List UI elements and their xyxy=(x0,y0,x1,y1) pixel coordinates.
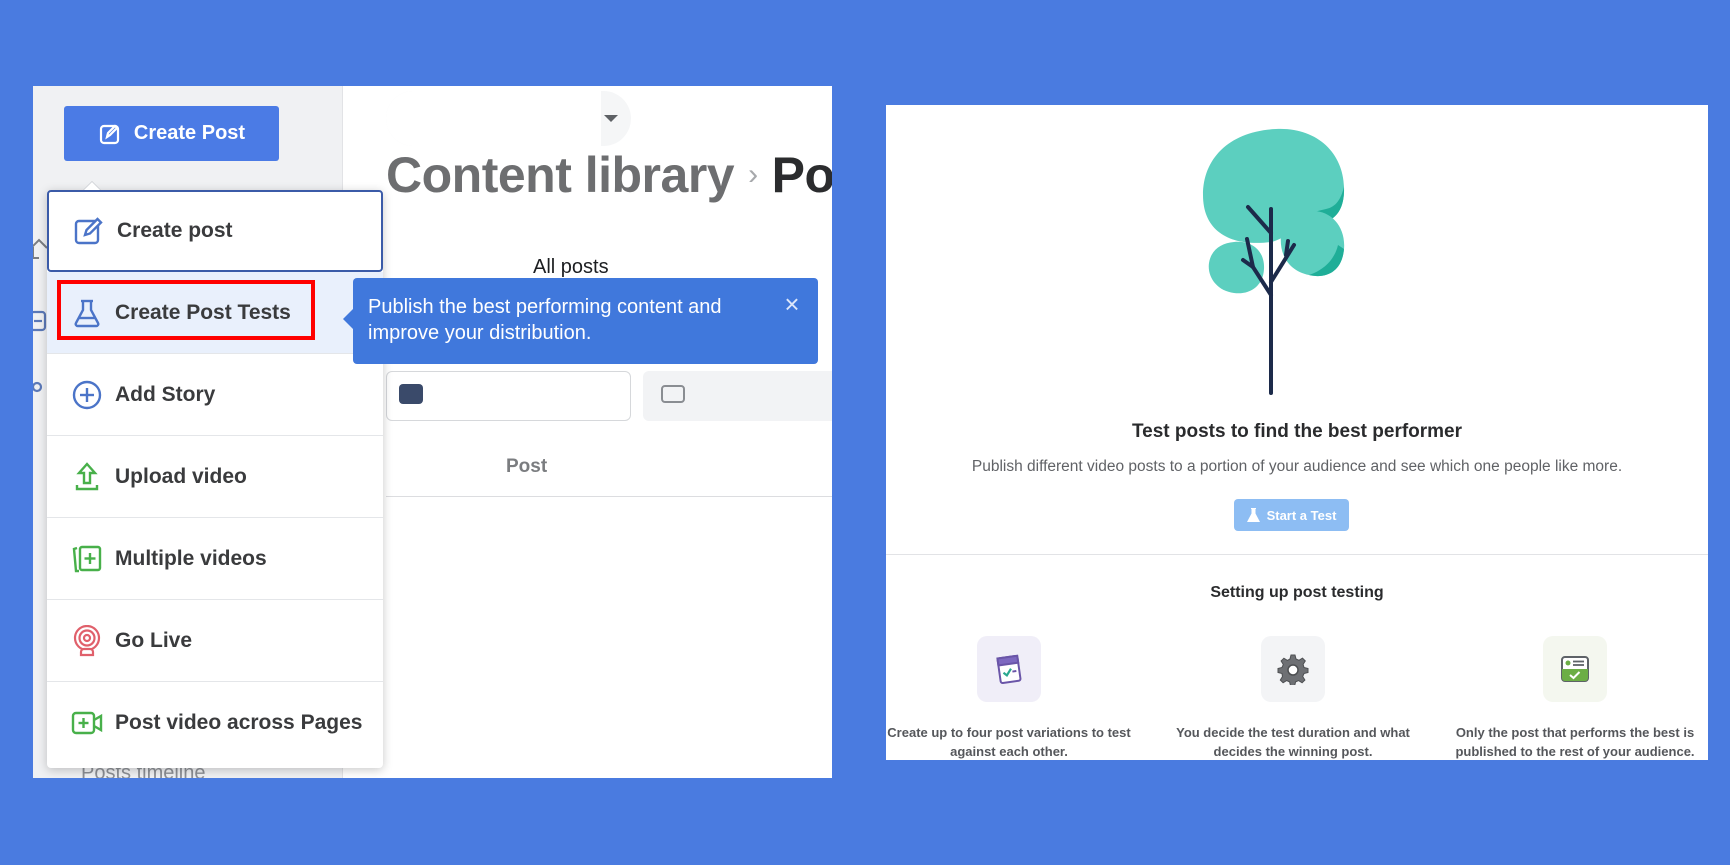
breadcrumb-content-library[interactable]: Content library xyxy=(386,146,735,204)
video-plus-icon xyxy=(71,711,103,735)
create-post-button-label: Create Post xyxy=(133,122,246,144)
multiple-videos-icon xyxy=(72,545,102,572)
step-3-icon-box xyxy=(1543,636,1607,702)
filter-dropdown-1[interactable] xyxy=(386,371,631,421)
step-1-icon-box xyxy=(977,636,1041,702)
menu-item-add-story[interactable]: Add Story xyxy=(47,354,383,436)
menu-item-label: Multiple videos xyxy=(115,546,267,570)
page-selector-field[interactable] xyxy=(386,91,601,146)
setup-section-title: Setting up post testing xyxy=(1210,584,1384,601)
content-library-panel: Create Post Posts timeline Content libra… xyxy=(33,86,832,778)
highlight-annotation-box xyxy=(57,280,315,340)
tooltip-pointer xyxy=(343,308,354,330)
start-test-label: Start a Test xyxy=(1266,507,1337,523)
step-2-icon-box xyxy=(1261,636,1325,702)
winning-post-icon xyxy=(1561,656,1589,682)
breadcrumb-current: Pos xyxy=(771,147,832,203)
edit-icon xyxy=(74,217,103,245)
menu-item-label: Upload video xyxy=(115,464,247,488)
menu-item-label: Go Live xyxy=(115,628,193,652)
menu-item-post-video-across-pages[interactable]: Post video across Pages xyxy=(47,682,383,764)
chevron-down-icon xyxy=(604,115,618,122)
menu-item-label: Create post xyxy=(117,219,233,242)
column-header-post[interactable]: Post xyxy=(506,456,547,478)
menu-item-upload-video[interactable]: Upload video xyxy=(47,436,383,518)
live-broadcast-icon xyxy=(73,624,101,656)
edit-icon xyxy=(99,123,120,144)
breadcrumb-separator-icon: › xyxy=(748,158,758,191)
tab-all-posts[interactable]: All posts xyxy=(533,256,609,279)
tooltip-text: Publish the best performing content and … xyxy=(368,296,722,344)
post-testing-panel: Test posts to find the best performer Pu… xyxy=(886,105,1708,760)
filter-icon xyxy=(661,385,685,403)
menu-item-go-live[interactable]: Go Live xyxy=(47,600,383,682)
step-3-caption: Only the post that performs the best is … xyxy=(1455,725,1695,759)
calendar-icon xyxy=(399,384,423,404)
breadcrumb: Content library › Pos xyxy=(386,146,832,204)
table-divider xyxy=(386,496,832,497)
empty-state-title: Test posts to find the best performer xyxy=(1131,421,1463,442)
filter-dropdown-2[interactable]: ar xyxy=(643,371,832,421)
plus-circle-icon xyxy=(72,380,102,409)
menu-item-label: Add Story xyxy=(115,382,216,406)
create-post-button[interactable]: Create Post xyxy=(64,106,279,161)
page-selector[interactable] xyxy=(386,91,631,146)
tree-illustration xyxy=(1203,128,1345,395)
feature-tooltip: Publish the best performing content and … xyxy=(343,278,818,364)
menu-item-create-post[interactable]: Create post xyxy=(47,190,383,272)
create-menu-dropdown: Create post Create Post Tests Add Story … xyxy=(47,182,383,768)
start-test-button[interactable]: Start a Test xyxy=(1234,499,1349,531)
step-1-caption: Create up to four post variations to tes… xyxy=(887,725,1131,759)
step-2-caption: You decide the test duration and what de… xyxy=(1176,725,1410,759)
upload-icon xyxy=(75,461,99,490)
flask-icon xyxy=(1246,507,1260,522)
section-divider xyxy=(886,554,1708,555)
gear-icon xyxy=(1277,654,1309,685)
checklist-icon xyxy=(996,654,1022,685)
menu-item-label: Post video across Pages xyxy=(115,711,363,734)
close-icon[interactable]: × xyxy=(782,291,802,317)
empty-state-description: Publish different video posts to a porti… xyxy=(971,458,1623,475)
menu-item-multiple-videos[interactable]: Multiple videos xyxy=(47,518,383,600)
